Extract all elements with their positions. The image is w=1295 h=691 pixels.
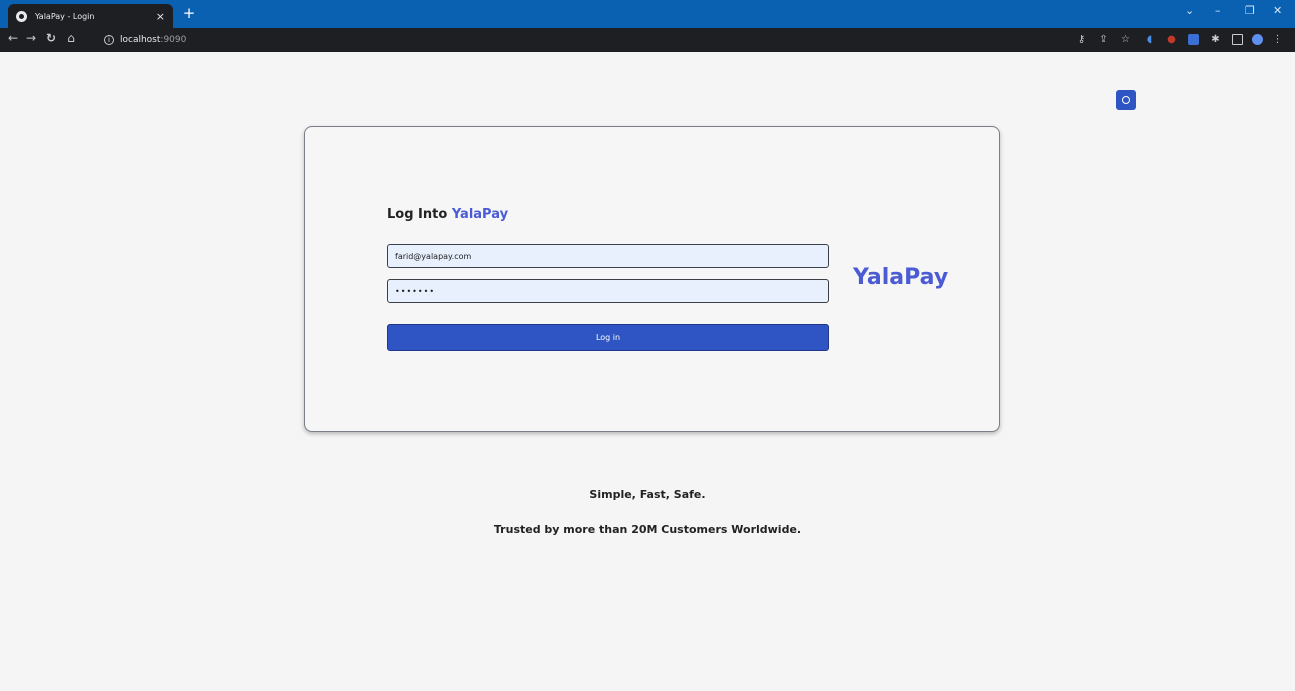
extensions-icon[interactable]: ✱ xyxy=(1210,34,1221,45)
star-icon[interactable]: ☆ xyxy=(1120,34,1131,45)
email-field[interactable] xyxy=(387,244,829,268)
tab-search-icon[interactable]: ⌄ xyxy=(1185,4,1194,17)
login-heading-prefix: Log Into xyxy=(387,207,448,222)
url-port: :9090 xyxy=(160,35,187,45)
info-icon[interactable]: i xyxy=(104,35,114,45)
ublock-icon[interactable]: ● xyxy=(1166,34,1177,45)
brand-logo: YalaPay xyxy=(853,265,949,290)
browser-tab[interactable]: YalaPay - Login × xyxy=(8,4,173,28)
password-field[interactable] xyxy=(387,279,829,303)
restore-icon[interactable]: ❐ xyxy=(1245,4,1255,17)
extension-icon[interactable] xyxy=(1188,34,1199,45)
share-icon[interactable]: ⇪ xyxy=(1098,34,1109,45)
login-heading-brand: YalaPay xyxy=(451,207,509,222)
globe-icon xyxy=(16,10,27,22)
reload-icon[interactable]: ↻ xyxy=(42,31,60,45)
close-window-icon[interactable]: ✕ xyxy=(1273,4,1282,17)
key-icon[interactable]: ⚷ xyxy=(1076,34,1087,45)
address-bar[interactable]: i localhost:9090 xyxy=(104,31,1054,49)
menu-icon[interactable]: ⋮ xyxy=(1272,34,1283,45)
forward-icon[interactable]: → xyxy=(22,31,40,45)
browser-tab-bar: YalaPay - Login × + ⌄ – ❐ ✕ xyxy=(0,0,1295,28)
home-icon[interactable]: ⌂ xyxy=(62,31,80,45)
trust-statement: Trusted by more than 20M Customers World… xyxy=(493,523,802,536)
login-heading: Log Into YalaPay xyxy=(387,207,508,222)
new-tab-button[interactable]: + xyxy=(180,4,198,22)
minimize-icon[interactable]: – xyxy=(1215,4,1221,17)
back-icon[interactable]: ← xyxy=(4,31,22,45)
url-host: localhost xyxy=(120,35,161,45)
theme-toggle-button[interactable] xyxy=(1116,90,1136,110)
profile-icon[interactable] xyxy=(1252,34,1263,45)
tagline: Simple, Fast, Safe. xyxy=(589,488,706,501)
sidepanel-icon[interactable] xyxy=(1232,34,1243,45)
tab-close-icon[interactable]: × xyxy=(156,10,165,23)
login-card: Log Into YalaPay Log in YalaPay xyxy=(304,126,1000,432)
browser-toolbar: ← → ↻ ⌂ i localhost:9090 ⚷ ⇪ ☆ ◖ ● ✱ ⋮ xyxy=(0,28,1295,52)
speaker-extension-icon[interactable]: ◖ xyxy=(1144,34,1155,45)
tab-title: YalaPay - Login xyxy=(35,11,95,21)
login-button[interactable]: Log in xyxy=(387,324,829,351)
